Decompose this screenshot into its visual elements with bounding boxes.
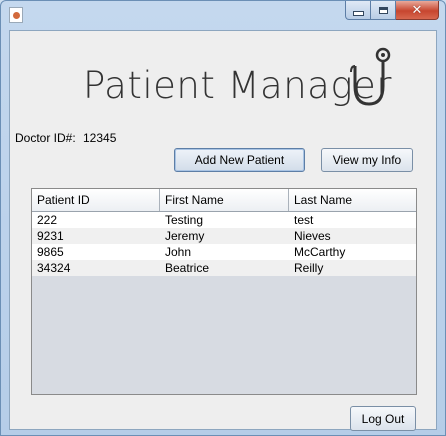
column-header-first-name[interactable]: First Name — [160, 189, 289, 211]
cell-patient-id: 9231 — [37, 229, 64, 243]
cell-last-name: test — [294, 213, 314, 227]
cell-patient-id: 222 — [37, 213, 58, 227]
maximize-icon — [378, 6, 388, 14]
doctor-id-value: 12345 — [83, 131, 117, 145]
minimize-icon — [352, 10, 364, 16]
cell-patient-id: 9865 — [37, 245, 64, 259]
cell-last-name: McCarthy — [294, 245, 346, 259]
table-row[interactable]: 9231 Jeremy Nieves — [32, 228, 416, 244]
cell-first-name: Testing — [165, 213, 204, 227]
cell-last-name: Nieves — [294, 229, 331, 243]
main-panel: Patient Manager Doctor ID#: 12345 Add Ne… — [9, 30, 437, 431]
cell-patient-id: 34324 — [37, 261, 71, 275]
close-icon: ✕ — [411, 2, 423, 18]
view-my-info-button[interactable]: View my Info — [321, 148, 413, 172]
cell-last-name: Reilly — [294, 261, 324, 275]
app-title: Patient Manager — [83, 64, 392, 107]
column-header-patient-id[interactable]: Patient ID — [32, 189, 160, 211]
title-bar[interactable]: ✕ — [1, 1, 445, 29]
patient-table[interactable]: Patient ID First Name Last Name 222 Test… — [31, 188, 417, 395]
window-controls: ✕ — [345, 1, 439, 20]
cell-first-name: Beatrice — [165, 261, 210, 275]
app-window: ✕ Patient Manager Doctor ID#: 12345 Add … — [0, 0, 446, 436]
cell-first-name: Jeremy — [165, 229, 205, 243]
minimize-button[interactable] — [345, 1, 371, 20]
table-row[interactable]: 34324 Beatrice Reilly — [32, 260, 416, 276]
add-new-patient-button[interactable]: Add New Patient — [174, 148, 305, 172]
table-header: Patient ID First Name Last Name — [32, 189, 416, 212]
doctor-id-label: Doctor ID#: — [15, 131, 76, 145]
stethoscope-icon — [350, 47, 391, 106]
java-app-icon[interactable] — [9, 7, 23, 23]
column-header-last-name[interactable]: Last Name — [289, 189, 416, 211]
log-out-button[interactable]: Log Out — [350, 406, 416, 431]
table-row[interactable]: 222 Testing test — [32, 212, 416, 228]
table-row[interactable]: 9865 John McCarthy — [32, 244, 416, 260]
close-button[interactable]: ✕ — [396, 1, 439, 20]
cell-first-name: John — [165, 245, 192, 259]
maximize-button[interactable] — [371, 1, 396, 20]
